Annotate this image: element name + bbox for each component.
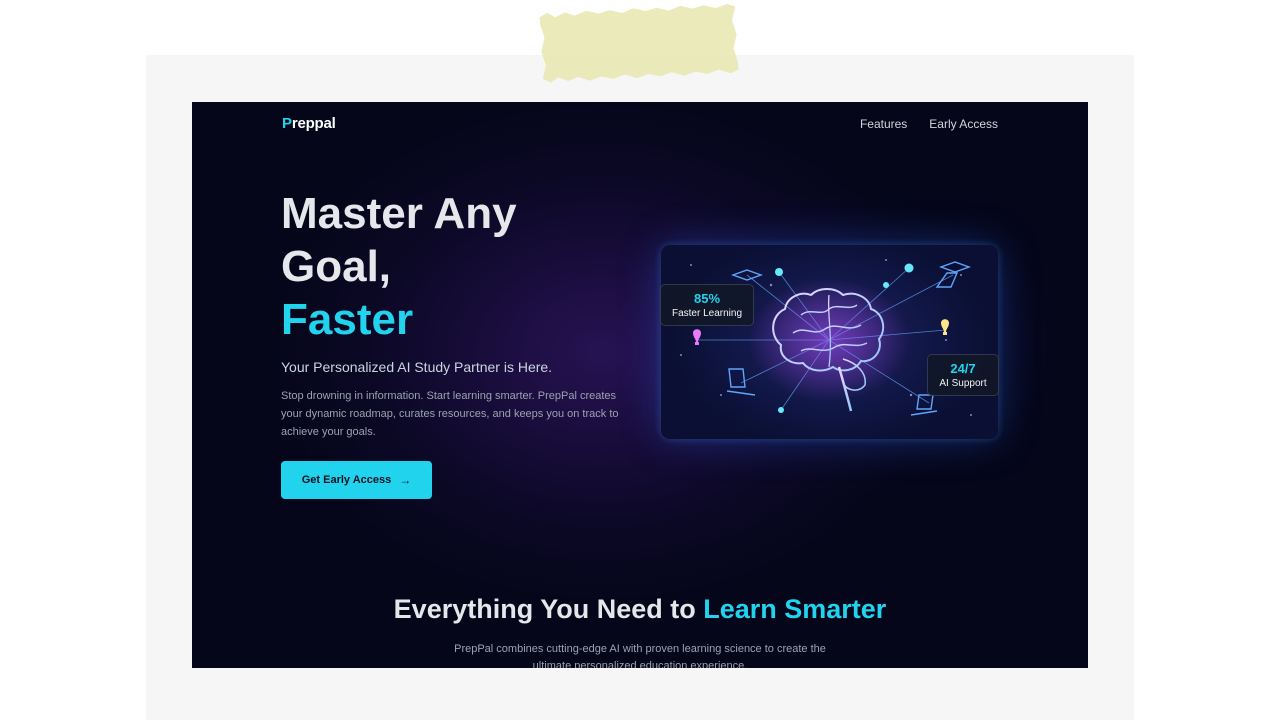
get-early-access-button[interactable]: Get Early Access →	[281, 461, 432, 499]
hero-title-line-2: Goal,	[281, 242, 392, 291]
logo[interactable]: Preppal	[282, 115, 336, 132]
nav-link-early-access[interactable]: Early Access	[929, 117, 998, 131]
logo-text: reppal	[291, 115, 336, 132]
hero-title-accent: Faster	[281, 295, 414, 344]
hero-description: Stop drowning in information. Start lear…	[281, 390, 619, 438]
hero-illustration	[661, 245, 998, 439]
top-nav: Features Early Access	[860, 117, 998, 131]
website-screenshot: Preppal Features Early Access Master Any…	[192, 102, 1088, 668]
features-section-description: PrepPal combines cutting-edge AI with pr…	[454, 643, 826, 668]
stat-value: 24/7	[950, 361, 976, 376]
features-section-title: Everything You Need to Learn Smarter	[192, 594, 1088, 625]
brain-network-icon	[680, 259, 972, 416]
stat-label: Faster Learning	[671, 308, 743, 319]
cta-label: Get Early Access	[301, 474, 392, 486]
stat-value: 85%	[693, 291, 721, 306]
stat-label: AI Support	[939, 378, 987, 389]
hero-title: Master Any Goal, Faster	[281, 187, 517, 346]
hero-subheading: Your Personalized AI Study Partner is He…	[281, 359, 553, 375]
nav-link-features[interactable]: Features	[860, 117, 907, 131]
hero-title-line-1: Master Any	[281, 189, 517, 238]
features-title-accent: Learn Smarter	[703, 594, 887, 624]
stat-badge-ai-support: 24/7 AI Support	[927, 354, 999, 396]
logo-accent-letter: P	[282, 115, 292, 132]
stat-badge-faster-learning: 85% Faster Learning	[660, 284, 754, 326]
masking-tape	[539, 3, 738, 83]
arrow-right-icon: →	[399, 473, 412, 487]
features-title-plain: Everything You Need to	[393, 594, 704, 624]
